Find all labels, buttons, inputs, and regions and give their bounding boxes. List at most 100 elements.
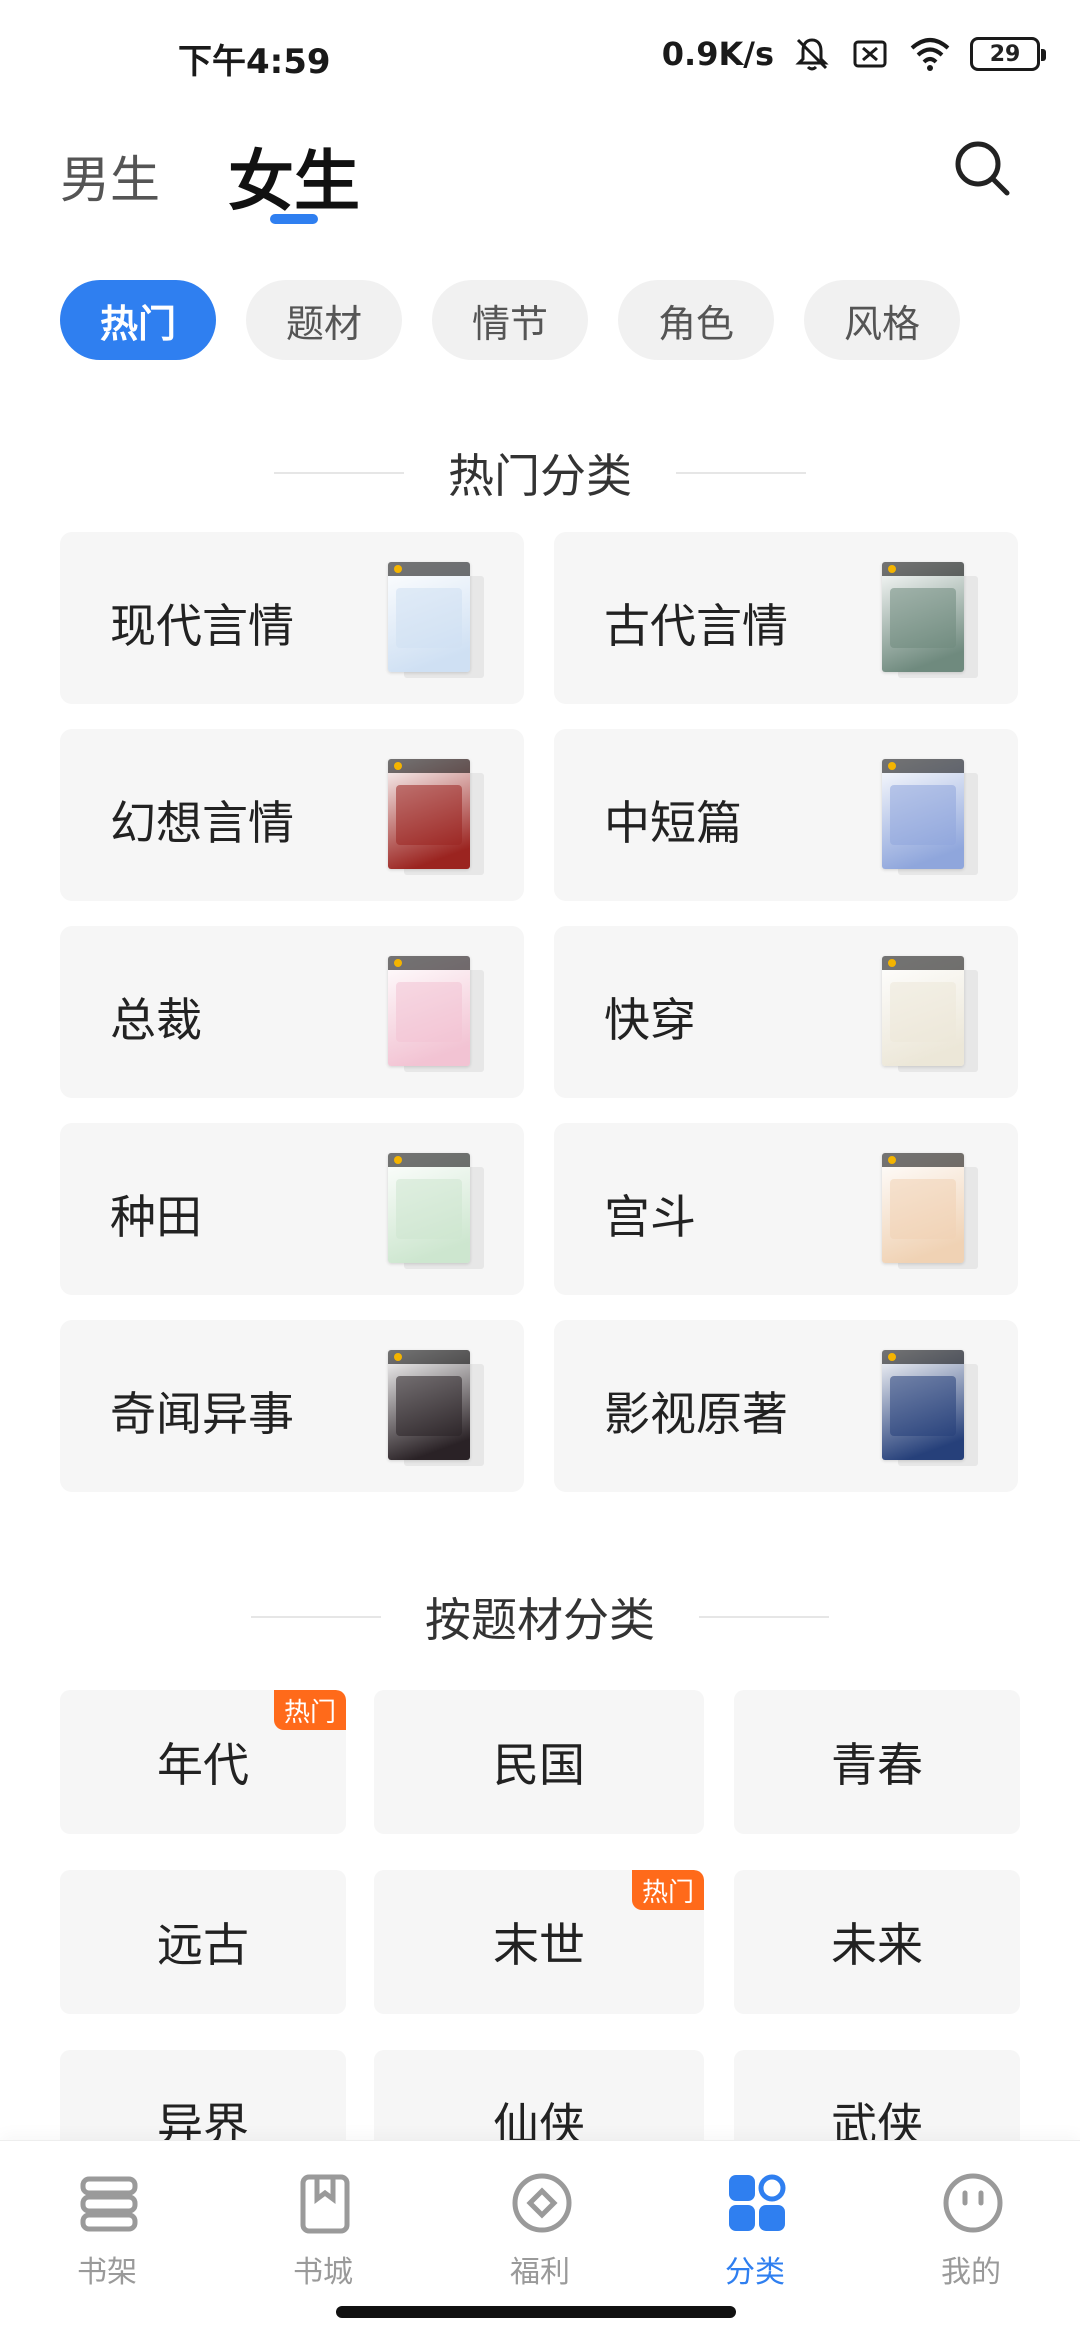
bookstore-icon <box>300 2174 350 2234</box>
cover-artwork <box>890 1179 956 1239</box>
publisher-strip <box>388 759 470 773</box>
publisher-strip <box>882 956 964 970</box>
tab-female[interactable]: 女生 <box>228 128 360 224</box>
battery-level: 29 <box>989 41 1021 67</box>
divider-line <box>676 472 806 474</box>
divider-line <box>699 1616 829 1618</box>
battery-indicator: 29 <box>970 37 1046 71</box>
book-cover <box>882 562 964 672</box>
filter-plot[interactable]: 情节 <box>432 280 588 360</box>
category-icon <box>729 2174 786 2231</box>
category-card[interactable]: 古代言情 <box>554 532 1018 704</box>
theme-tile[interactable]: 年代 热门 <box>60 1690 346 1834</box>
category-card[interactable]: 总裁 <box>60 926 524 1098</box>
cover-artwork <box>396 1179 462 1239</box>
nav-bookstore[interactable]: 书城 <box>248 2171 398 2301</box>
book-cover <box>882 956 964 1066</box>
search-icon <box>955 141 1010 196</box>
filter-hot[interactable]: 热门 <box>60 280 216 360</box>
cover-artwork <box>890 588 956 648</box>
nav-welfare[interactable]: 福利 <box>465 2171 615 2301</box>
theme-tile-label: 年代 <box>157 1738 249 1792</box>
book-cover <box>882 1153 964 1263</box>
theme-tile[interactable]: 未来 <box>734 1870 1020 2014</box>
cover-artwork <box>890 1376 956 1436</box>
theme-tile[interactable]: 远古 <box>60 1870 346 2014</box>
category-card[interactable]: 影视原著 <box>554 1320 1018 1492</box>
cover-artwork <box>890 785 956 845</box>
category-name: 奇闻异事 <box>110 1387 294 1441</box>
filter-style[interactable]: 风格 <box>804 280 960 360</box>
nav-profile[interactable]: 我的 <box>896 2171 1046 2301</box>
category-name: 影视原著 <box>604 1387 788 1441</box>
network-speed: 0.9K/s <box>661 35 774 73</box>
tab-male[interactable]: 男生 <box>60 140 160 212</box>
book-cover-stack <box>882 562 982 682</box>
theme-section-heading: 按题材分类 <box>0 1584 1080 1650</box>
publisher-strip <box>882 562 964 576</box>
publisher-strip <box>882 1153 964 1167</box>
book-cover-stack <box>882 759 982 879</box>
theme-tile-label: 未来 <box>831 1918 923 1972</box>
nav-bookshelf[interactable]: 书架 <box>32 2171 182 2301</box>
search-button[interactable] <box>950 136 1014 200</box>
hot-badge: 热门 <box>632 1870 704 1910</box>
nav-label-profile: 我的 <box>941 2255 1001 2290</box>
cover-artwork <box>396 1376 462 1436</box>
publisher-strip <box>388 1350 470 1364</box>
bookshelf-icon <box>80 2176 138 2232</box>
theme-tile[interactable]: 青春 <box>734 1690 1020 1834</box>
active-tab-indicator <box>270 214 318 224</box>
book-cover-stack <box>388 956 488 1076</box>
status-time: 下午4:59 <box>178 42 331 82</box>
theme-tile-label: 末世 <box>493 1918 585 1972</box>
welfare-icon <box>512 2173 572 2233</box>
cover-artwork <box>396 982 462 1042</box>
book-cover <box>388 759 470 869</box>
publisher-strip <box>882 759 964 773</box>
status-bar: 下午4:59 0.9K/s 29 <box>0 0 1080 110</box>
category-name: 种田 <box>110 1190 202 1244</box>
hot-section-title: 热门分类 <box>448 449 632 503</box>
book-cover <box>388 1350 470 1460</box>
book-cover-stack <box>388 1350 488 1470</box>
category-name: 现代言情 <box>110 599 294 653</box>
category-card[interactable]: 宫斗 <box>554 1123 1018 1295</box>
filter-role[interactable]: 角色 <box>618 280 774 360</box>
category-card[interactable]: 快穿 <box>554 926 1018 1098</box>
cover-artwork <box>396 785 462 845</box>
divider-line <box>274 472 404 474</box>
category-card[interactable]: 奇闻异事 <box>60 1320 524 1492</box>
nav-category[interactable]: 分类 <box>680 2171 830 2301</box>
publisher-strip <box>388 1153 470 1167</box>
book-cover <box>388 956 470 1066</box>
publisher-strip <box>388 956 470 970</box>
hot-badge: 热门 <box>274 1690 346 1730</box>
book-cover <box>882 1350 964 1460</box>
publisher-strip <box>882 1350 964 1364</box>
status-icons: 0.9K/s 29 <box>661 32 1046 76</box>
cover-artwork <box>396 588 462 648</box>
category-card[interactable]: 幻想言情 <box>60 729 524 901</box>
book-cover <box>388 562 470 672</box>
category-name: 快穿 <box>604 993 696 1047</box>
hot-section-heading: 热门分类 <box>0 440 1080 506</box>
theme-tile[interactable]: 末世 热门 <box>374 1870 704 2014</box>
theme-tile-label: 民国 <box>493 1738 585 1792</box>
nav-label-category: 分类 <box>725 2255 785 2290</box>
book-cover <box>388 1153 470 1263</box>
category-name: 宫斗 <box>604 1190 696 1244</box>
theme-tile[interactable]: 民国 <box>374 1690 704 1834</box>
theme-tile-label: 青春 <box>831 1738 923 1792</box>
wifi-icon <box>910 38 950 71</box>
filter-theme[interactable]: 题材 <box>246 280 402 360</box>
category-card[interactable]: 现代言情 <box>60 532 524 704</box>
mute-icon <box>795 38 829 71</box>
category-card[interactable]: 中短篇 <box>554 729 1018 901</box>
book-cover-stack <box>388 562 488 682</box>
category-card[interactable]: 种田 <box>60 1123 524 1295</box>
category-name: 古代言情 <box>604 599 788 653</box>
publisher-strip <box>388 562 470 576</box>
category-name: 中短篇 <box>604 796 742 850</box>
category-name: 幻想言情 <box>110 796 294 850</box>
